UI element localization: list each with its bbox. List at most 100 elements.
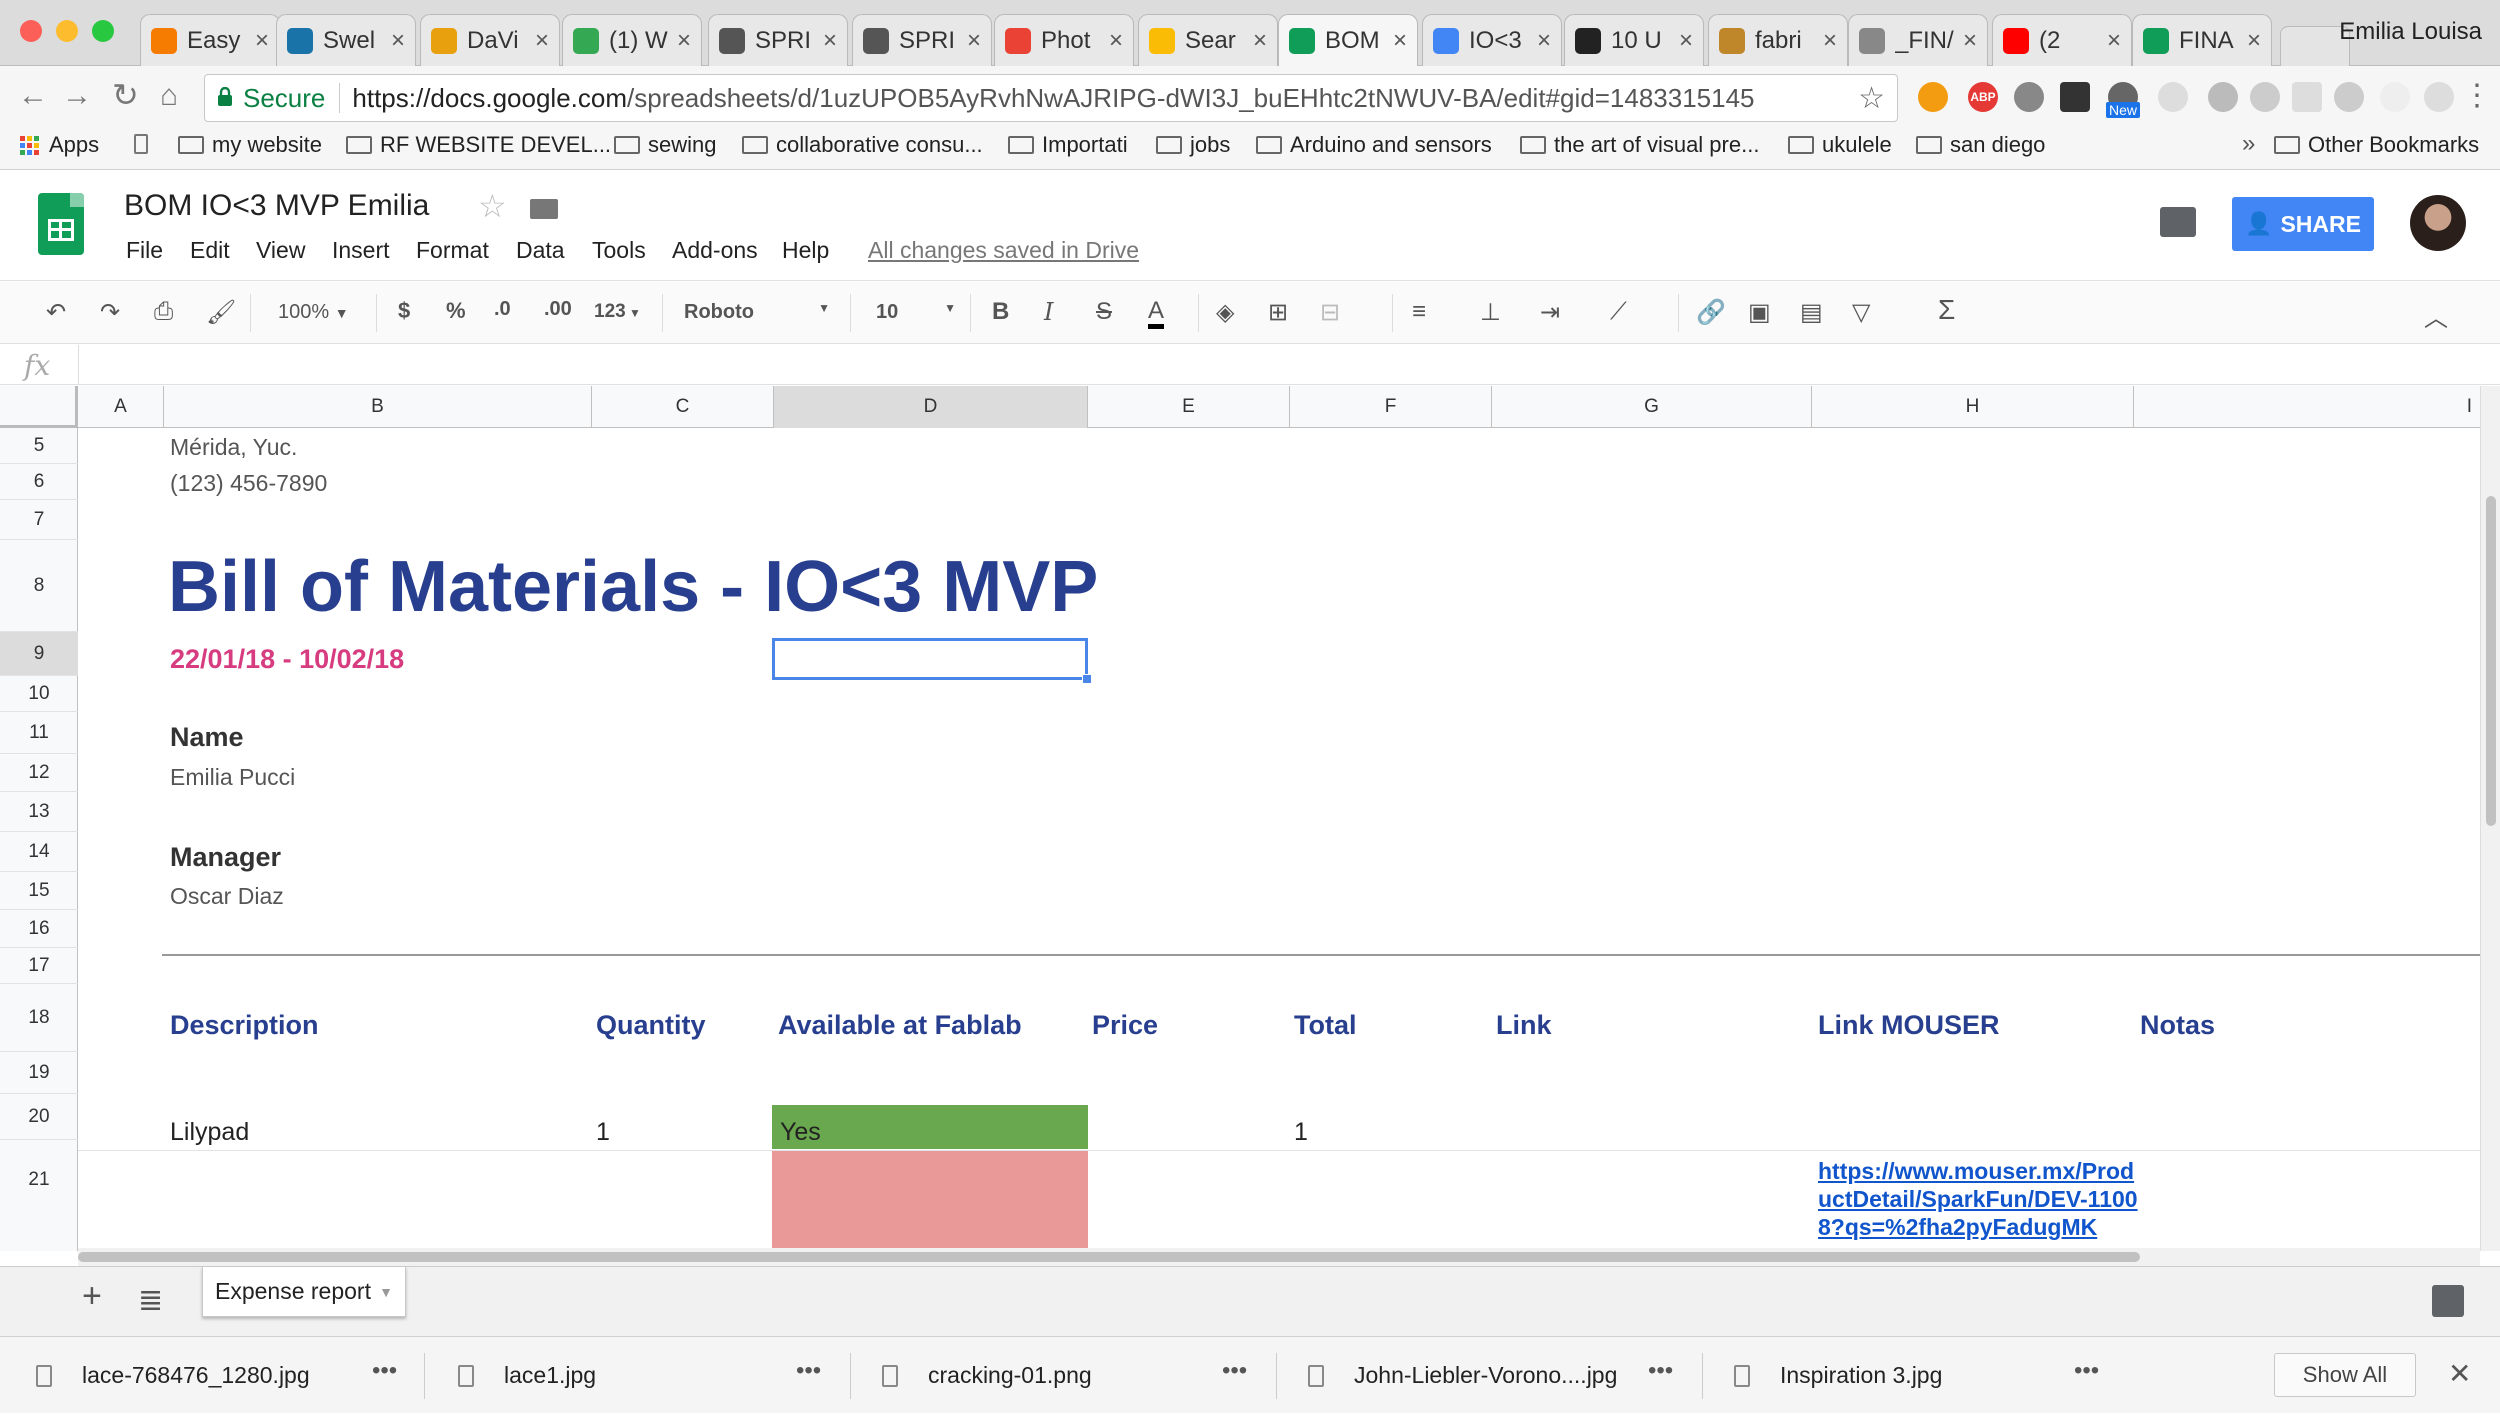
column-header-e[interactable]: E <box>1088 386 1290 428</box>
tab-close-icon[interactable]: × <box>1253 27 1267 55</box>
column-header-c[interactable]: C <box>592 386 774 428</box>
row-header[interactable]: 16 <box>0 910 78 948</box>
download-item[interactable]: cracking-01.png <box>882 1337 1092 1414</box>
text-wrap-icon[interactable]: ⇥ <box>1540 298 1560 327</box>
header-notas[interactable]: Notas <box>2140 1010 2215 1041</box>
show-all-downloads-button[interactable]: Show All <box>2274 1353 2416 1397</box>
strikethrough-button[interactable]: S <box>1096 298 1112 326</box>
bookmark-folder[interactable]: RF WEBSITE DEVEL... <box>346 132 611 158</box>
menu-edit[interactable]: Edit <box>190 237 230 264</box>
column-header-d[interactable]: D <box>774 386 1088 428</box>
vertical-scrollbar[interactable] <box>2480 386 2500 1251</box>
bookmark-folder[interactable]: the art of visual pre... <box>1520 132 1759 158</box>
star-icon[interactable]: ☆ <box>478 187 507 225</box>
download-options-icon[interactable]: ••• <box>1648 1357 1673 1385</box>
maximize-window-button[interactable] <box>92 20 114 42</box>
minimize-window-button[interactable] <box>56 20 78 42</box>
borders-icon[interactable]: ⊞ <box>1268 298 1288 327</box>
column-header-i[interactable]: I <box>2134 386 2480 428</box>
bookmark-apps[interactable]: Apps <box>20 132 99 158</box>
profile-name[interactable]: Emilia Louisa <box>2339 18 2482 46</box>
fill-color-icon[interactable]: ◈ <box>1216 298 1234 327</box>
other-bookmarks[interactable]: Other Bookmarks <box>2274 132 2479 158</box>
horizontal-align-icon[interactable]: ≡ <box>1412 298 1426 326</box>
tab-close-icon[interactable]: × <box>1537 27 1551 55</box>
bookmark-folder[interactable]: Arduino and sensors <box>1256 132 1492 158</box>
italic-button[interactable]: I <box>1044 298 1053 326</box>
manager-label-cell[interactable]: Manager <box>170 842 281 873</box>
more-bookmarks-chevron[interactable]: » <box>2242 130 2255 158</box>
close-downloads-icon[interactable]: ✕ <box>2448 1357 2471 1390</box>
sheets-logo-icon[interactable] <box>38 193 84 255</box>
chevron-down-icon[interactable]: ▼ <box>379 1284 393 1300</box>
browser-tab[interactable]: SPRI × <box>852 14 992 66</box>
add-sheet-icon[interactable]: + <box>82 1277 102 1316</box>
tab-close-icon[interactable]: × <box>967 27 981 55</box>
select-all-corner[interactable] <box>0 386 78 428</box>
collapse-toolbar-icon[interactable]: ︿ <box>2424 298 2448 333</box>
percent-format-button[interactable]: % <box>446 298 466 324</box>
extension-icon[interactable] <box>2292 82 2322 112</box>
menu-format[interactable]: Format <box>416 237 489 264</box>
browser-tab[interactable]: Swel × <box>276 14 416 66</box>
zoom-select[interactable]: 100% ▼ <box>278 301 349 324</box>
back-icon[interactable]: ← <box>18 79 48 113</box>
header-total[interactable]: Total <box>1294 1010 1357 1041</box>
browser-tab[interactable]: _FIN/ × <box>1848 14 1988 66</box>
column-header-a[interactable]: A <box>78 386 164 428</box>
menu-add-ons[interactable]: Add-ons <box>672 237 758 264</box>
insert-chart-icon[interactable]: ▤ <box>1800 298 1823 327</box>
bookmark-folder[interactable]: my website <box>178 132 322 158</box>
close-window-button[interactable] <box>20 20 42 42</box>
fill-handle[interactable] <box>1082 674 1092 684</box>
browser-tab[interactable]: FINA × <box>2132 14 2272 66</box>
row-header[interactable]: 20 <box>0 1094 78 1140</box>
reload-icon[interactable]: ↻ <box>112 76 139 114</box>
document-title[interactable]: BOM IO<3 MVP Emilia <box>124 189 429 223</box>
tab-close-icon[interactable]: × <box>823 27 837 55</box>
print-icon[interactable]: ⎙ <box>154 298 173 326</box>
column-header-f[interactable]: F <box>1290 386 1492 428</box>
rainbow-extension-icon[interactable] <box>2158 82 2188 112</box>
increase-decimal-button[interactable]: .00 <box>544 298 572 321</box>
row-header[interactable]: 8 <box>0 540 78 632</box>
text-color-button[interactable]: A <box>1148 298 1165 329</box>
manager-value-cell[interactable]: Oscar Diaz <box>170 883 284 910</box>
layers-extension-icon[interactable] <box>2060 82 2090 112</box>
functions-button[interactable]: Σ <box>1938 294 1955 326</box>
menu-data[interactable]: Data <box>516 237 565 264</box>
text-rotation-icon[interactable]: ⟋ <box>1610 298 1627 326</box>
row-header[interactable]: 21 <box>0 1140 78 1251</box>
row-header[interactable]: 14 <box>0 832 78 872</box>
menu-insert[interactable]: Insert <box>332 237 390 264</box>
header-description[interactable]: Description <box>170 1010 319 1041</box>
browser-menu-icon[interactable]: ⋮ <box>2462 78 2492 113</box>
pinterest-icon[interactable] <box>2014 82 2044 112</box>
formula-input[interactable] <box>90 345 2470 385</box>
download-options-icon[interactable]: ••• <box>1222 1357 1247 1385</box>
browser-tab[interactable]: 10 U × <box>1564 14 1704 66</box>
bold-button[interactable]: B <box>992 298 1009 326</box>
menu-file[interactable]: File <box>126 237 163 264</box>
name-label-cell[interactable]: Name <box>170 722 244 753</box>
name-value-cell[interactable]: Emilia Pucci <box>170 764 295 791</box>
header-price[interactable]: Price <box>1092 1010 1158 1041</box>
insert-comment-icon[interactable]: ▣ <box>1748 298 1771 327</box>
row-header[interactable]: 11 <box>0 712 78 754</box>
menu-tools[interactable]: Tools <box>592 237 646 264</box>
row-header[interactable]: 9 <box>0 632 78 676</box>
column-header-b[interactable]: B <box>164 386 592 428</box>
date-range-cell[interactable]: 22/01/18 - 10/02/18 <box>170 644 404 675</box>
tab-close-icon[interactable]: × <box>391 27 405 55</box>
browser-tab[interactable]: DaVi × <box>420 14 560 66</box>
address-city-cell[interactable]: Mérida, Yuc. <box>170 434 297 461</box>
row-header[interactable]: 17 <box>0 948 78 984</box>
undo-icon[interactable]: ↶ <box>46 298 66 327</box>
download-item[interactable]: lace1.jpg <box>458 1337 596 1414</box>
browser-tab[interactable]: IO<3 × <box>1422 14 1562 66</box>
font-size-select[interactable]: 10 ▼ <box>876 301 956 324</box>
decrease-decimal-button[interactable]: .0 <box>494 298 511 321</box>
description-cell[interactable]: Lilypad <box>170 1118 249 1147</box>
browser-tab[interactable]: SPRI × <box>708 14 848 66</box>
browser-tab[interactable]: Sear × <box>1138 14 1278 66</box>
